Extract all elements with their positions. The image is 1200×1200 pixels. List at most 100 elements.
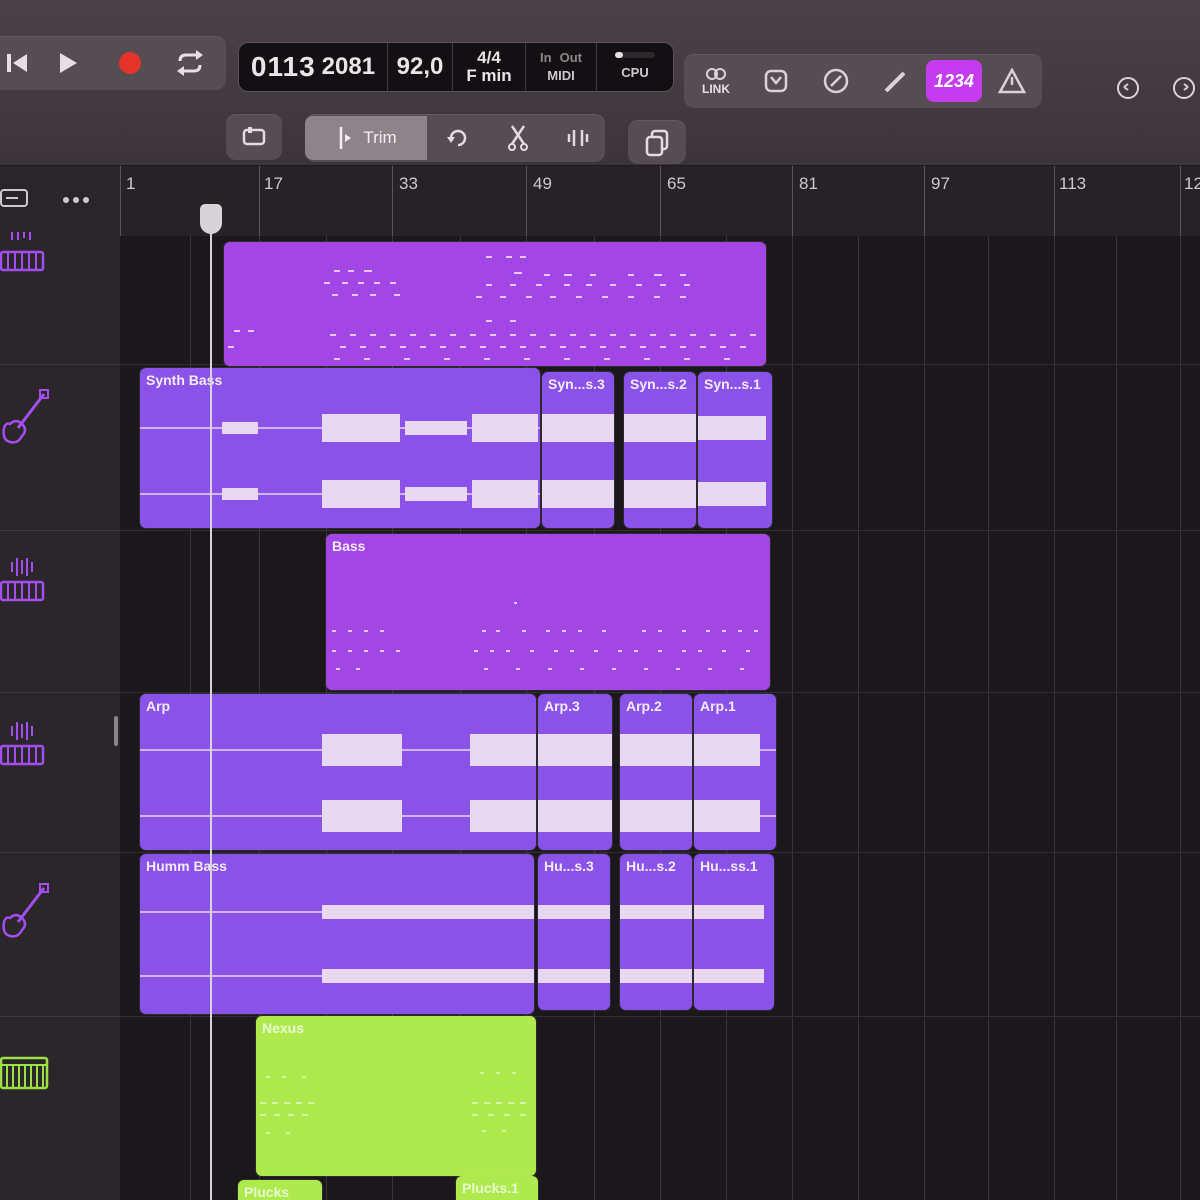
midi-out-label: Out bbox=[559, 50, 582, 65]
track-header-4[interactable] bbox=[0, 692, 120, 853]
waveform bbox=[140, 969, 534, 983]
midi-region-plucks[interactable]: Plucks bbox=[238, 1180, 322, 1200]
region-name: Hu...ss.1 bbox=[700, 858, 758, 874]
grid-line bbox=[792, 236, 793, 1200]
waveform bbox=[624, 414, 696, 442]
playhead-line bbox=[210, 206, 212, 1200]
grid-line bbox=[1116, 236, 1117, 1200]
audio-region-arp-2[interactable]: Arp.2 bbox=[620, 694, 692, 850]
loop-tool-icon[interactable] bbox=[431, 120, 485, 156]
region-name: Humm Bass bbox=[146, 858, 227, 874]
region-name: Plucks.1 bbox=[462, 1180, 519, 1196]
midi-region[interactable] bbox=[224, 242, 766, 366]
audio-region-humm-bass-1[interactable]: Hu...ss.1 bbox=[694, 854, 774, 1010]
audio-region-arp[interactable]: Arp bbox=[140, 694, 536, 850]
audio-region-synth-bass-1[interactable]: Syn...s.1 bbox=[698, 372, 772, 528]
record-icon[interactable] bbox=[110, 44, 150, 82]
lcd-display[interactable]: 0113 2081 92,0 4/4 F min In Out MIDI CPU bbox=[238, 42, 674, 92]
mode-buttons: LINK bbox=[684, 54, 1042, 108]
track-resize-handle[interactable] bbox=[114, 716, 118, 746]
keyboard-icon bbox=[0, 722, 46, 773]
guitar-icon bbox=[0, 388, 50, 451]
ruler-tick bbox=[259, 166, 260, 236]
track-header-3[interactable] bbox=[0, 530, 120, 693]
pencil-icon[interactable] bbox=[876, 62, 916, 100]
lane-separator bbox=[120, 530, 1200, 531]
ruler-tick bbox=[392, 166, 393, 236]
audio-region-humm-bass-3[interactable]: Hu...s.3 bbox=[538, 854, 610, 1010]
ruler-bar-17: 17 bbox=[264, 174, 283, 193]
waveform bbox=[694, 734, 776, 766]
track-header-2[interactable] bbox=[0, 364, 120, 531]
tempo-display[interactable]: 92,0 bbox=[388, 43, 453, 91]
position-bars: 0113 bbox=[250, 51, 316, 82]
track-header-toolbar bbox=[0, 166, 120, 236]
trim-tool-button[interactable]: Trim bbox=[305, 116, 427, 160]
warning-icon[interactable] bbox=[992, 62, 1032, 100]
midi-label: MIDI bbox=[547, 68, 575, 83]
waveform bbox=[140, 414, 540, 442]
midi-notes bbox=[260, 1072, 526, 1134]
midi-activity: In Out MIDI bbox=[526, 43, 597, 91]
ruler-tick bbox=[792, 166, 793, 236]
midi-notes bbox=[228, 256, 756, 360]
more-options-icon[interactable] bbox=[62, 192, 90, 210]
waveform bbox=[694, 800, 776, 832]
waveform bbox=[538, 905, 610, 919]
audio-region-arp-3[interactable]: Arp.3 bbox=[538, 694, 612, 850]
region-name: Syn...s.2 bbox=[630, 376, 687, 392]
audio-region-synth-bass-2[interactable]: Syn...s.2 bbox=[624, 372, 696, 528]
split-tool-icon[interactable] bbox=[491, 120, 545, 156]
audio-region-humm-bass-2[interactable]: Hu...s.2 bbox=[620, 854, 692, 1010]
grid-line bbox=[1180, 236, 1181, 1200]
grid-line bbox=[858, 236, 859, 1200]
cycle-icon[interactable] bbox=[170, 44, 210, 82]
tuner-icon[interactable] bbox=[816, 62, 856, 100]
join-tool-icon[interactable] bbox=[551, 120, 605, 156]
ruler-tick bbox=[660, 166, 661, 236]
audio-region-synth-bass[interactable]: Synth Bass bbox=[140, 368, 540, 528]
track-header-6[interactable] bbox=[0, 1016, 120, 1200]
rewind-icon[interactable] bbox=[0, 44, 38, 82]
waveform bbox=[538, 969, 610, 983]
copy-button[interactable] bbox=[628, 120, 686, 164]
track-header-1[interactable] bbox=[0, 232, 120, 365]
midi-region-nexus[interactable]: Nexus bbox=[256, 1016, 536, 1176]
trim-icon bbox=[340, 127, 352, 149]
bar-ruler[interactable]: 1 17 33 49 65 81 97 113 12 bbox=[120, 166, 1200, 236]
midi-notes bbox=[332, 602, 758, 670]
cpu-meter[interactable]: CPU bbox=[597, 43, 673, 91]
keyboard-icon bbox=[0, 1056, 50, 1095]
copy-icon bbox=[645, 129, 669, 157]
waveform bbox=[694, 969, 764, 983]
midi-region-plucks-1[interactable]: Plucks.1 bbox=[456, 1176, 538, 1200]
ruler-bar-33: 33 bbox=[399, 174, 418, 193]
ruler-bar-81: 81 bbox=[799, 174, 818, 193]
metronome-icon[interactable] bbox=[756, 62, 796, 100]
midi-region-bass[interactable]: Bass bbox=[326, 534, 770, 690]
redo-icon[interactable] bbox=[1166, 70, 1200, 106]
audio-region-humm-bass[interactable]: Humm Bass bbox=[140, 854, 534, 1014]
lane-separator bbox=[120, 852, 1200, 853]
playhead-handle[interactable] bbox=[200, 204, 222, 234]
keyboard-icon bbox=[0, 558, 46, 609]
play-icon[interactable] bbox=[48, 44, 88, 82]
audio-region-arp-1[interactable]: Arp.1 bbox=[694, 694, 776, 850]
waveform bbox=[620, 905, 692, 919]
tracks-area[interactable]: Synth Bass Syn...s.3 Syn...s.2 Syn...s.1… bbox=[120, 236, 1200, 1200]
waveform bbox=[538, 800, 612, 832]
audio-region-synth-bass-3[interactable]: Syn...s.3 bbox=[542, 372, 614, 528]
track-view-icon[interactable] bbox=[0, 188, 30, 213]
signature-display[interactable]: 4/4 F min bbox=[453, 43, 526, 91]
undo-icon[interactable] bbox=[1110, 70, 1146, 106]
link-button[interactable]: LINK bbox=[694, 58, 738, 104]
position-display[interactable]: 0113 2081 bbox=[239, 43, 388, 91]
guitar-icon bbox=[0, 882, 50, 945]
region-name: Plucks bbox=[244, 1184, 290, 1200]
snap-icon bbox=[242, 127, 266, 146]
ruler-tick bbox=[1180, 166, 1181, 236]
mode-1234-button[interactable]: 1234 bbox=[926, 60, 982, 102]
ruler-bar-49: 49 bbox=[533, 174, 552, 193]
track-header-5[interactable] bbox=[0, 852, 120, 1017]
snap-button[interactable] bbox=[226, 114, 282, 160]
